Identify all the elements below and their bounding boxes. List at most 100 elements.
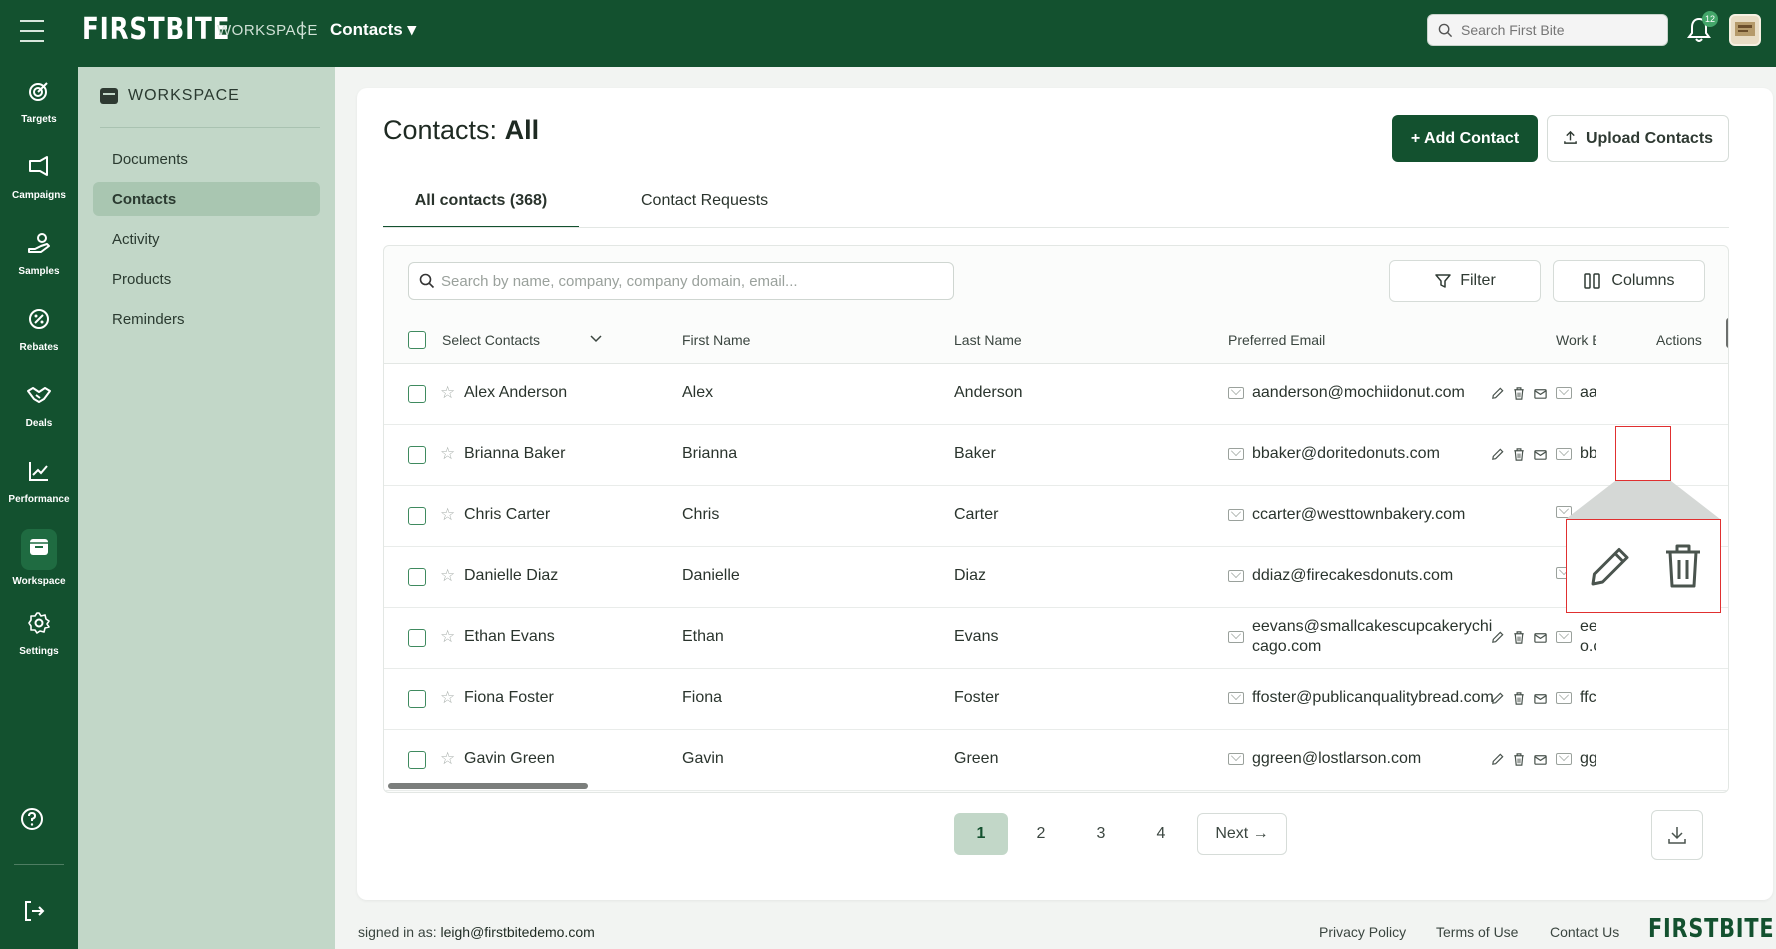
rail-item-samples[interactable]: Samples — [0, 219, 78, 289]
star-icon[interactable]: ☆ — [440, 444, 455, 464]
chevron-down-icon[interactable] — [589, 334, 603, 344]
trash-icon[interactable] — [1512, 630, 1526, 645]
sidebar-item-contacts[interactable]: Contacts — [93, 182, 320, 216]
menu-icon[interactable] — [20, 20, 44, 42]
email-send-icon[interactable] — [1533, 447, 1548, 462]
preferred-email[interactable]: ccarter@westtownbakery.com — [1228, 506, 1465, 524]
app-logo[interactable]: FIRSTBITE — [82, 12, 230, 47]
breadcrumb-contacts-dropdown[interactable]: Contacts ▾ — [330, 20, 416, 40]
page-button-3[interactable]: 3 — [1074, 813, 1128, 855]
star-icon[interactable]: ☆ — [440, 749, 455, 769]
preferred-email[interactable]: ffoster@publicanqualitybread.com — [1228, 689, 1494, 707]
email-send-icon[interactable] — [1533, 752, 1548, 767]
edit-pencil-icon[interactable] — [1490, 386, 1505, 401]
work-email[interactable]: gg — [1556, 750, 1596, 768]
row-checkbox[interactable] — [408, 690, 426, 708]
rail-item-deals[interactable]: Deals — [0, 371, 78, 441]
upload-contacts-button[interactable]: Upload Contacts — [1547, 115, 1729, 162]
star-icon[interactable]: ☆ — [440, 383, 455, 403]
work-email[interactable]: ffc — [1556, 689, 1596, 707]
edit-pencil-icon[interactable] — [1490, 752, 1505, 767]
page-button-4[interactable]: 4 — [1134, 813, 1188, 855]
row-checkbox[interactable] — [408, 751, 426, 769]
sidebar-item-activity[interactable]: Activity — [93, 222, 320, 256]
edit-pencil-icon[interactable] — [1490, 691, 1505, 706]
row-checkbox[interactable] — [408, 385, 426, 403]
work-email[interactable]: aa — [1556, 384, 1596, 402]
tab-contact-requests[interactable]: Contact Requests — [641, 192, 768, 222]
table-row[interactable]: ☆ Alex Anderson Alex Anderson aanderson@… — [384, 364, 1728, 425]
star-icon[interactable]: ☆ — [440, 505, 455, 525]
global-search-input[interactable] — [1461, 22, 1651, 38]
column-header-last-name[interactable]: Last Name — [954, 332, 1022, 348]
table-row[interactable]: ☆ Fiona Foster Fiona Foster ffoster@publ… — [384, 669, 1728, 730]
preferred-email[interactable]: ggreen@lostlarson.com — [1228, 750, 1421, 768]
download-button[interactable] — [1651, 810, 1703, 860]
horizontal-scrollbar[interactable] — [388, 783, 588, 789]
contact-name[interactable]: Fiona Foster — [464, 689, 554, 707]
email-send-icon[interactable] — [1533, 630, 1548, 645]
trash-icon[interactable] — [1512, 447, 1526, 462]
rail-item-workspace[interactable]: Workspace — [0, 523, 78, 593]
rail-item-targets[interactable]: Targets — [0, 67, 78, 137]
filter-button[interactable]: Filter — [1389, 260, 1541, 302]
logout-icon[interactable] — [22, 899, 46, 928]
tab-all-contacts[interactable]: All contacts (368) — [383, 192, 579, 228]
avatar[interactable] — [1729, 14, 1761, 46]
star-icon[interactable]: ☆ — [440, 688, 455, 708]
rail-item-settings[interactable]: Settings — [0, 599, 78, 669]
preferred-email[interactable]: bbaker@doritedonuts.com — [1228, 445, 1440, 463]
column-header-work-email[interactable]: Work E — [1556, 332, 1596, 348]
table-search[interactable] — [408, 262, 954, 300]
next-page-button[interactable]: Next → — [1197, 813, 1287, 855]
rail-item-rebates[interactable]: Rebates — [0, 295, 78, 365]
contact-name[interactable]: Alex Anderson — [464, 384, 567, 402]
edit-pencil-icon[interactable] — [1490, 630, 1505, 645]
sidebar-item-documents[interactable]: Documents — [93, 142, 320, 176]
trash-icon[interactable] — [1512, 691, 1526, 706]
terms-of-use-link[interactable]: Terms of Use — [1436, 924, 1518, 940]
vertical-scrollbar[interactable] — [1726, 318, 1728, 348]
contact-us-link[interactable]: Contact Us — [1550, 924, 1619, 940]
edit-pencil-icon[interactable] — [1490, 447, 1505, 462]
table-row[interactable]: ☆ Chris Carter Chris Carter ccarter@west… — [384, 486, 1728, 547]
select-all-checkbox[interactable] — [408, 331, 426, 349]
email-send-icon[interactable] — [1533, 386, 1548, 401]
preferred-email[interactable]: eevans@smallcakescupcakerychicago.com — [1228, 617, 1498, 657]
column-header-preferred-email[interactable]: Preferred Email — [1228, 332, 1325, 348]
privacy-policy-link[interactable]: Privacy Policy — [1319, 924, 1406, 940]
work-email[interactable]: ee o.c — [1556, 617, 1596, 657]
work-email[interactable]: bb — [1556, 445, 1596, 463]
contact-name[interactable]: Brianna Baker — [464, 445, 565, 463]
trash-icon[interactable] — [1512, 752, 1526, 767]
row-checkbox[interactable] — [408, 568, 426, 586]
column-header-first-name[interactable]: First Name — [682, 332, 750, 348]
email-send-icon[interactable] — [1533, 691, 1548, 706]
sidebar-item-reminders[interactable]: Reminders — [93, 302, 320, 336]
contact-name[interactable]: Ethan Evans — [464, 628, 555, 646]
row-checkbox[interactable] — [408, 629, 426, 647]
page-button-1[interactable]: 1 — [954, 813, 1008, 855]
global-search[interactable] — [1427, 14, 1668, 46]
row-checkbox[interactable] — [408, 446, 426, 464]
table-row[interactable]: ☆ Gavin Green Gavin Green ggreen@lostlar… — [384, 730, 1728, 791]
table-row[interactable]: ☆ Ethan Evans Ethan Evans eevans@smallca… — [384, 608, 1728, 669]
table-row[interactable]: ☆ Brianna Baker Brianna Baker bbaker@dor… — [384, 425, 1728, 486]
columns-button[interactable]: Columns — [1553, 260, 1705, 302]
trash-icon[interactable] — [1512, 386, 1526, 401]
star-icon[interactable]: ☆ — [440, 627, 455, 647]
contact-name[interactable]: Chris Carter — [464, 506, 550, 524]
rail-item-performance[interactable]: Performance — [0, 447, 78, 517]
sidebar-item-products[interactable]: Products — [93, 262, 320, 296]
table-search-input[interactable] — [441, 272, 941, 290]
rail-item-campaigns[interactable]: Campaigns — [0, 143, 78, 213]
help-icon[interactable] — [20, 807, 44, 836]
table-row[interactable]: ☆ Danielle Diaz Danielle Diaz ddiaz@fire… — [384, 547, 1728, 608]
page-button-2[interactable]: 2 — [1014, 813, 1068, 855]
add-contact-button[interactable]: + Add Contact — [1392, 115, 1538, 162]
star-icon[interactable]: ☆ — [440, 566, 455, 586]
contact-name[interactable]: Gavin Green — [464, 750, 555, 768]
preferred-email[interactable]: aanderson@mochiidonut.com — [1228, 384, 1465, 402]
contact-name[interactable]: Danielle Diaz — [464, 567, 558, 585]
row-checkbox[interactable] — [408, 507, 426, 525]
